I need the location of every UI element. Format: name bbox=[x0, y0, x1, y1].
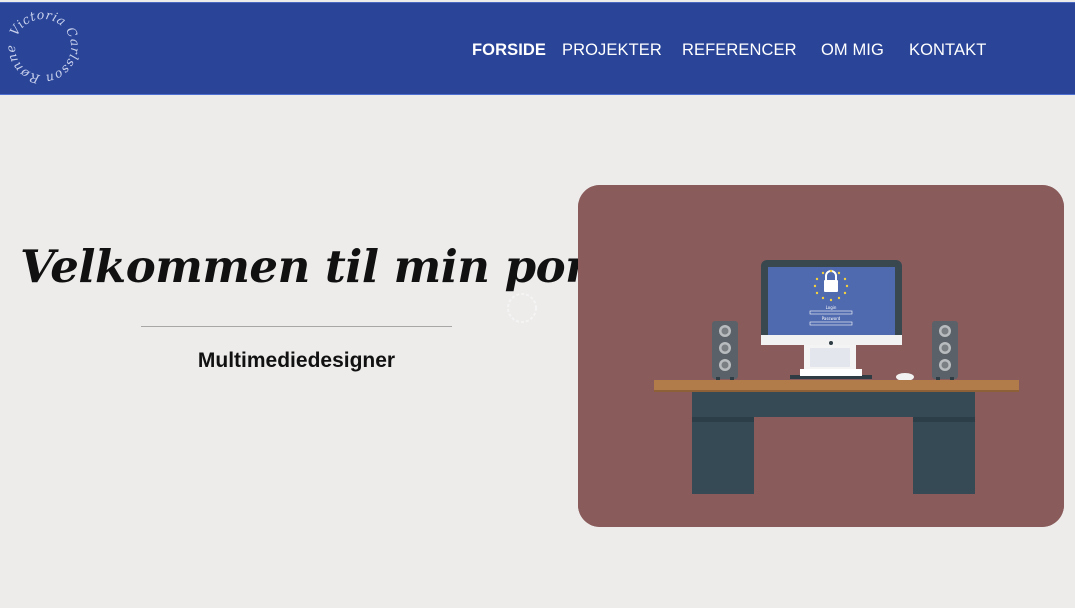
screen-login-label: Login bbox=[826, 305, 837, 310]
mouse-icon bbox=[896, 373, 914, 381]
nav-item-referencer[interactable]: REFERENCER bbox=[682, 41, 797, 60]
hero-title: Velkommen til min portfolio bbox=[20, 240, 720, 293]
speaker-right-icon bbox=[932, 321, 958, 380]
faded-logo-mark bbox=[500, 286, 544, 330]
nav-item-projekter[interactable]: PROJEKTER bbox=[562, 41, 662, 60]
site-header: Victoria Carlsson Rønne FORSIDE PROJEKTE… bbox=[0, 2, 1075, 95]
nav-item-kontakt[interactable]: KONTAKT bbox=[909, 41, 986, 60]
nav-item-forside[interactable]: FORSIDE bbox=[472, 41, 546, 60]
nav-item-om-mig[interactable]: OM MIG bbox=[821, 41, 884, 60]
desk-computer-illustration: Login Password bbox=[578, 185, 1064, 527]
speaker-left-icon bbox=[712, 321, 738, 380]
hero-subtitle: Multimediedesigner bbox=[197, 349, 396, 372]
screen-password-label: Password bbox=[822, 316, 841, 321]
title-divider bbox=[141, 326, 452, 327]
main-nav: FORSIDE PROJEKTER REFERENCER OM MIG KONT… bbox=[0, 41, 1075, 65]
